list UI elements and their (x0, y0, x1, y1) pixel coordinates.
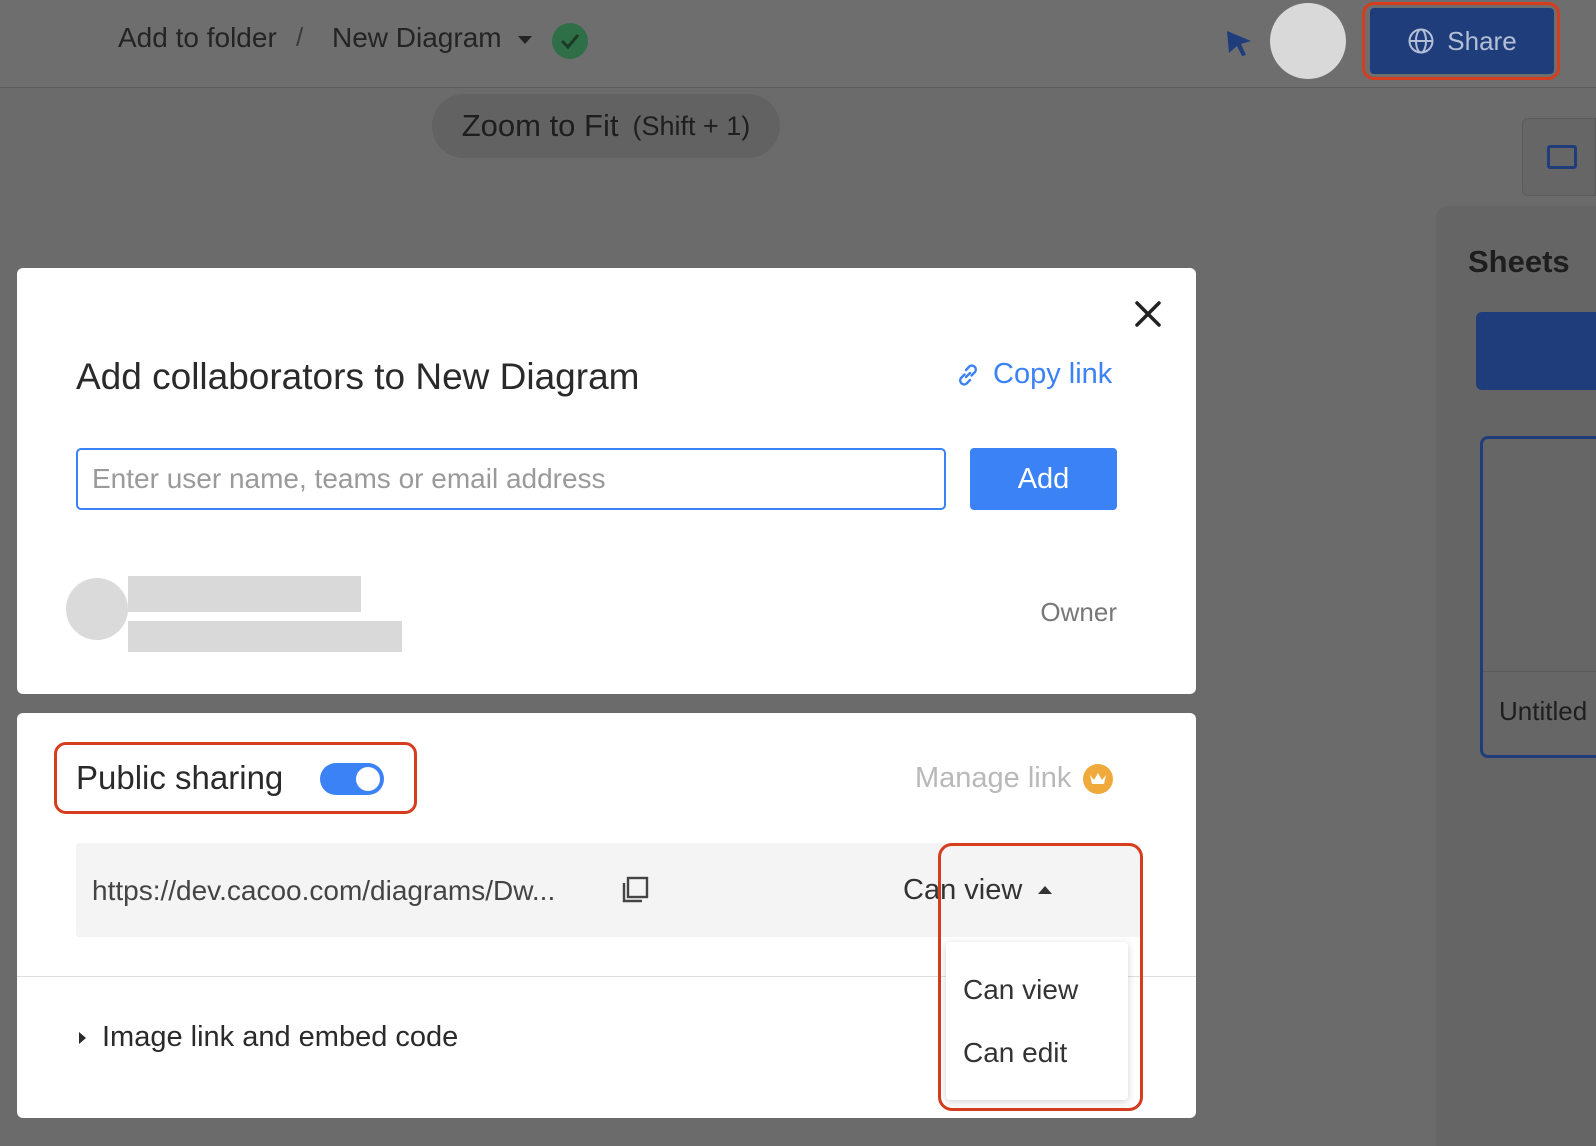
diagram-title[interactable]: New Diagram (332, 22, 502, 54)
public-sharing-label: Public sharing (76, 759, 284, 796)
add-button[interactable]: Add (970, 448, 1117, 510)
toggle-knob (356, 767, 380, 791)
manage-link-label: Manage link (915, 762, 1072, 794)
permission-option-can-edit[interactable]: Can edit (963, 1037, 1067, 1069)
globe-icon (1408, 28, 1434, 54)
redacted-member-email (128, 621, 402, 652)
dialog-title: Add collaborators to New Diagram (76, 356, 640, 397)
monitor-icon (1547, 145, 1577, 169)
copy-icon[interactable] (620, 875, 650, 905)
present-view-button[interactable] (1522, 118, 1596, 196)
sheets-panel: Sheets Untitled (1436, 206, 1596, 1146)
permission-menu: Can view Can edit (946, 942, 1128, 1100)
copy-link-label: Copy link (993, 358, 1113, 390)
zoom-to-fit-tooltip: Zoom to Fit (Shift + 1) (432, 94, 780, 158)
sheet-name-bar: Untitled (1483, 671, 1596, 755)
image-link-embed-toggle[interactable]: Image link and embed code (79, 1021, 458, 1054)
invite-input[interactable] (76, 448, 946, 510)
sheets-title: Sheets (1468, 244, 1570, 279)
public-sharing-toggle[interactable] (320, 763, 384, 795)
chevron-right-icon (79, 1031, 86, 1044)
member-avatar (66, 578, 128, 640)
crown-icon (1083, 763, 1114, 794)
copy-link-button[interactable]: Copy link (955, 358, 1112, 391)
add-to-folder-link[interactable]: Add to folder (118, 22, 277, 54)
share-button[interactable]: Share (1370, 8, 1554, 74)
pointer-icon[interactable] (1224, 28, 1254, 63)
manage-link-button[interactable]: Manage link (915, 762, 1114, 795)
embed-label: Image link and embed code (102, 1021, 459, 1053)
share-label: Share (1447, 25, 1517, 56)
avatar[interactable] (1270, 3, 1346, 79)
breadcrumb-separator: / (296, 22, 304, 52)
sheet-name: Untitled (1499, 696, 1588, 726)
collaborators-card: Add collaborators to New Diagram Copy li… (17, 268, 1196, 694)
close-icon[interactable] (1133, 299, 1163, 329)
redacted-member-name (128, 576, 361, 612)
sheet-thumbnail[interactable]: Untitled (1480, 436, 1596, 758)
chevron-down-icon[interactable] (518, 36, 532, 44)
permission-option-can-view[interactable]: Can view (963, 974, 1078, 1006)
saved-check-icon (552, 23, 588, 59)
link-icon (959, 363, 977, 386)
add-button-label: Add (1017, 462, 1070, 495)
share-url[interactable]: https://dev.cacoo.com/diagrams/Dw... (92, 875, 555, 907)
member-role: Owner (1040, 597, 1117, 627)
zoom-tooltip-label: Zoom to Fit (461, 108, 619, 143)
top-bar: Add to folder / New Diagram Share (0, 0, 1596, 88)
zoom-tooltip-shortcut: (Shift + 1) (632, 110, 751, 141)
add-sheet-button[interactable] (1476, 312, 1596, 390)
